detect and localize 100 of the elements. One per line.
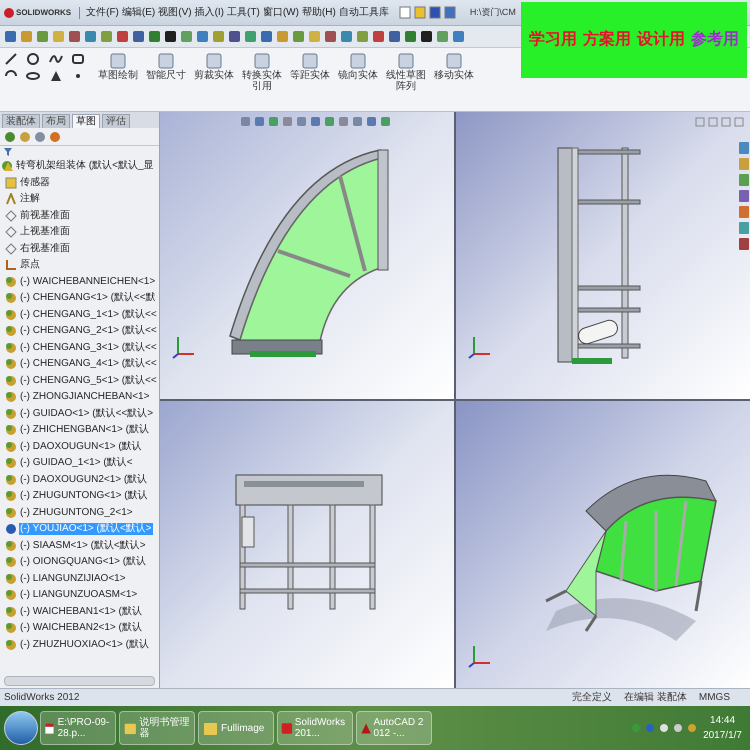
clock-date: 2017/1/7	[703, 729, 742, 743]
menu-item[interactable]: 帮助(H)	[302, 5, 336, 20]
tree-item[interactable]: 前视基准面	[19, 210, 71, 222]
line-icon[interactable]	[4, 52, 18, 66]
menu-item[interactable]: 窗口(W)	[262, 5, 299, 20]
tree-item[interactable]: (-) ZHUGUNTONG_2<1>	[19, 506, 134, 519]
viewport[interactable]	[456, 112, 750, 399]
tree-item[interactable]: (-) ZHICHENGBAN<1> (默认	[19, 424, 150, 436]
part-icon	[5, 424, 17, 436]
ellipse-icon[interactable]	[26, 69, 40, 83]
command-button[interactable]: 线性草图阵列	[384, 52, 428, 92]
view-tool-icon[interactable]	[352, 116, 363, 127]
panel-tab-icon[interactable]	[49, 130, 61, 142]
triangle-icon[interactable]	[48, 69, 62, 83]
view-tool-icon[interactable]	[296, 116, 307, 127]
tab[interactable]: 装配体	[2, 114, 40, 128]
tree-item[interactable]: 上视基准面	[19, 226, 71, 238]
tool-icon	[253, 52, 271, 70]
tree-item[interactable]: 注解	[19, 193, 41, 206]
view-tool-icon[interactable]	[240, 116, 251, 127]
horizontal-scrollbar[interactable]	[4, 676, 155, 686]
spline-icon[interactable]	[48, 52, 62, 66]
panel-tab-icon[interactable]	[19, 130, 31, 142]
panel-tab-icon[interactable]	[4, 130, 16, 142]
tree-item[interactable]: (-) ZHUZHUOXIAO<1> (默认	[19, 638, 150, 651]
menu-item[interactable]: 自动工具库	[338, 5, 389, 20]
menu-item[interactable]: 视图(V)	[158, 5, 192, 20]
menu-item[interactable]: 编辑(E)	[122, 5, 156, 20]
tree-item[interactable]: (-) SIAASM<1> (默认<默认>	[19, 540, 147, 552]
command-button[interactable]: 转换实体引用	[240, 52, 284, 92]
menu-item[interactable]: 插入(I)	[194, 5, 224, 20]
viewport[interactable]	[456, 401, 750, 688]
plane-icon	[5, 242, 17, 255]
view-tool-icon[interactable]	[366, 116, 377, 127]
tray-icon[interactable]	[687, 723, 698, 733]
tree-item[interactable]: (-) OIONGQUANG<1> (默认	[19, 556, 148, 568]
part-icon	[5, 325, 17, 338]
command-button[interactable]: 智能尺寸	[144, 52, 188, 92]
command-button[interactable]: 等距实体	[288, 52, 332, 92]
toolbar-icon[interactable]	[164, 30, 177, 43]
command-button[interactable]: 移动实体	[432, 52, 476, 92]
tree-item[interactable]: (-) ZHUGUNTONG<1> (默认	[19, 490, 149, 502]
taskbar-button[interactable]: 说明书管理器	[119, 711, 195, 745]
tree-item[interactable]: (-) WAICHEBANNEICHEN<1>	[19, 276, 156, 288]
rectangle-icon[interactable]	[70, 52, 85, 66]
tree-item[interactable]: (-) CHENGANG_2<1> (默认<<	[19, 325, 158, 338]
app-logo[interactable]: SOLIDWORKS	[4, 6, 80, 18]
tab[interactable]: 评估	[102, 114, 130, 128]
toolbar-icon[interactable]	[420, 30, 433, 43]
plane-icon	[5, 226, 17, 238]
tree-item[interactable]: (-) CHENGANG_3<1> (默认<<	[19, 342, 158, 354]
menu-item[interactable]: 工具(T)	[227, 5, 260, 20]
tree-item[interactable]: 原点	[19, 259, 41, 272]
taskbar-button[interactable]: E:\PRO-09-28.p...	[40, 711, 116, 745]
tree-item[interactable]: (-) WAICHEBAN1<1> (默认	[19, 606, 143, 618]
banner-text: 设计用	[637, 30, 685, 50]
tree-item[interactable]: (-) DAOXOUGUN2<1> (默认	[19, 474, 148, 486]
command-button[interactable]: 剪裁实体	[192, 52, 236, 92]
command-button[interactable]: 草图绘制	[96, 52, 140, 92]
menu-item[interactable]: 文件(F)	[86, 5, 119, 20]
start-button[interactable]	[4, 711, 38, 745]
filter-icon[interactable]	[4, 148, 12, 156]
view-tool-icon[interactable]	[282, 116, 293, 127]
note-icon	[5, 193, 17, 206]
banner-text: 学习用	[529, 30, 577, 50]
tree-item[interactable]: (-) GUIDAO<1> (默认<<默认>	[19, 408, 154, 420]
tree-item[interactable]: (-) CHENGANG<1> (默认<<默	[19, 292, 157, 304]
toolbar-icon[interactable]	[228, 30, 241, 43]
tree-item[interactable]: (-) LIANGUNZIJIAO<1>	[19, 572, 127, 585]
status-text: 在编辑 装配体	[624, 690, 687, 705]
tree-item[interactable]: (-) GUIDAO_1<1> (默认<	[19, 457, 134, 470]
tree-item[interactable]: 传感器	[19, 176, 51, 189]
tree-item[interactable]: (-) CHENGANG_5<1> (默认<<	[19, 374, 158, 387]
tree-item[interactable]: (-) CHENGANG_1<1> (默认<<	[19, 308, 158, 321]
tab[interactable]: 草图	[72, 114, 100, 128]
tree-item[interactable]: (-) ZHONGJIANCHEBAN<1>	[19, 391, 150, 404]
tree-item[interactable]: (-) LIANGUNZUOASM<1>	[19, 589, 138, 602]
command-button[interactable]: 镜向实体	[336, 52, 380, 92]
tray-icon[interactable]	[659, 723, 670, 733]
view-tool-icon[interactable]	[310, 116, 321, 127]
panel-tab-icon[interactable]	[34, 130, 46, 142]
tree-item[interactable]: (-) DAOXOUGUN<1> (默认	[19, 440, 143, 453]
view-tool-icon[interactable]	[254, 116, 265, 127]
view-tool-icon[interactable]	[324, 116, 335, 127]
tree-item[interactable]: (-) CHENGANG_4<1> (默认<<	[19, 358, 158, 370]
part-icon	[5, 490, 17, 502]
tree-item[interactable]: 右视基准面	[19, 242, 71, 255]
part-icon	[5, 457, 17, 470]
tree-item[interactable]: (-) WAICHEBAN2<1> (默认	[19, 622, 143, 634]
tab[interactable]: 布局	[42, 114, 70, 128]
viewport[interactable]	[160, 401, 454, 688]
view-tool-icon[interactable]	[338, 116, 349, 127]
circle-icon[interactable]	[26, 52, 40, 66]
part-icon	[5, 589, 17, 602]
view-tool-icon[interactable]	[268, 116, 279, 127]
view-tool-icon[interactable]	[380, 116, 391, 127]
tree-item[interactable]: 转弯机架组装体 (默认<默认_显	[15, 160, 155, 172]
tray-icon[interactable]	[673, 723, 684, 733]
tool-icon	[445, 52, 463, 70]
viewport[interactable]	[160, 112, 454, 399]
